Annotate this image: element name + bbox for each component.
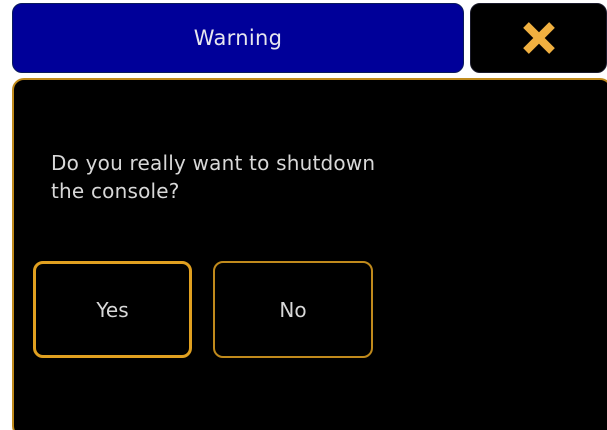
no-button-label: No bbox=[279, 297, 307, 322]
close-button[interactable] bbox=[470, 3, 607, 73]
yes-button-label: Yes bbox=[96, 297, 129, 322]
close-x-icon bbox=[522, 22, 555, 54]
no-button[interactable]: No bbox=[213, 261, 373, 358]
shutdown-warning-window: Warning Do you really want to shutdown t… bbox=[0, 0, 607, 430]
dialog-title: Warning bbox=[193, 26, 283, 50]
confirmation-message: Do you really want to shutdown the conso… bbox=[51, 151, 376, 203]
dialog-body: Do you really want to shutdown the conso… bbox=[12, 78, 607, 430]
yes-button[interactable]: Yes bbox=[33, 261, 192, 358]
dialog-title-bar: Warning bbox=[12, 3, 464, 73]
